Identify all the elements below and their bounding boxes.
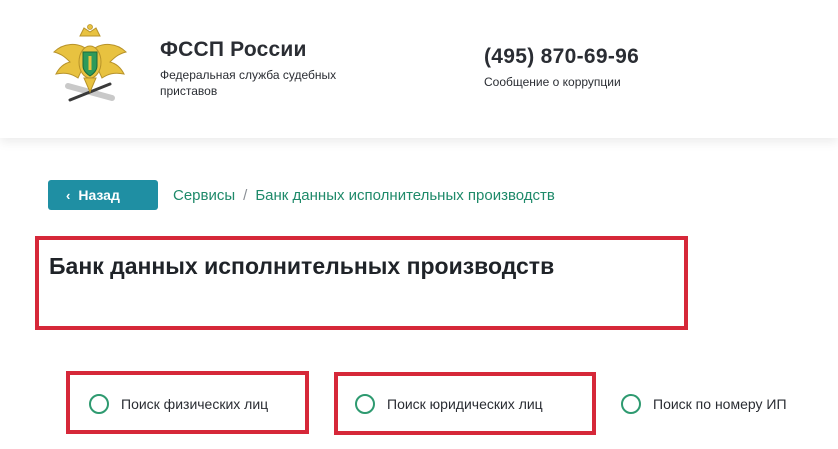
phone-number[interactable]: (495) 870-69-96 [484,45,639,69]
radio-circle-icon[interactable] [89,394,109,414]
back-button-label: Назад [78,187,120,203]
chevron-left-icon: ‹ [66,187,71,203]
org-subtitle: Федеральная служба судебных приставов [160,68,337,98]
breadcrumb-separator: / [243,187,248,204]
back-button[interactable]: ‹ Назад [48,180,158,210]
search-by-ip-number-option[interactable]: Поиск по номеру ИП [621,394,787,414]
coat-of-arms-icon[interactable] [52,22,128,110]
page-title: Банк данных исполнительных производств [49,253,555,279]
search-individuals-option[interactable]: Поиск физических лиц [89,394,268,414]
option-label: Поиск юридических лиц [387,396,543,412]
radio-circle-icon[interactable] [621,394,641,414]
option-label: Поиск по номеру ИП [653,396,787,412]
option-label: Поиск физических лиц [121,396,269,412]
radio-circle-icon[interactable] [355,394,375,414]
org-name[interactable]: ФССП России [160,38,307,62]
corruption-report-link[interactable]: Сообщение о коррупции [484,75,621,89]
breadcrumb-item-services[interactable]: Сервисы [173,187,235,204]
breadcrumb-item-current[interactable]: Банк данных исполнительных производств [255,187,555,204]
search-legal-entities-option[interactable]: Поиск юридических лиц [355,394,543,414]
site-header: ФССП России Федеральная служба судебных … [0,0,838,138]
title-highlight-box [35,236,688,330]
breadcrumb: Сервисы / Банк данных исполнительных про… [173,187,555,204]
